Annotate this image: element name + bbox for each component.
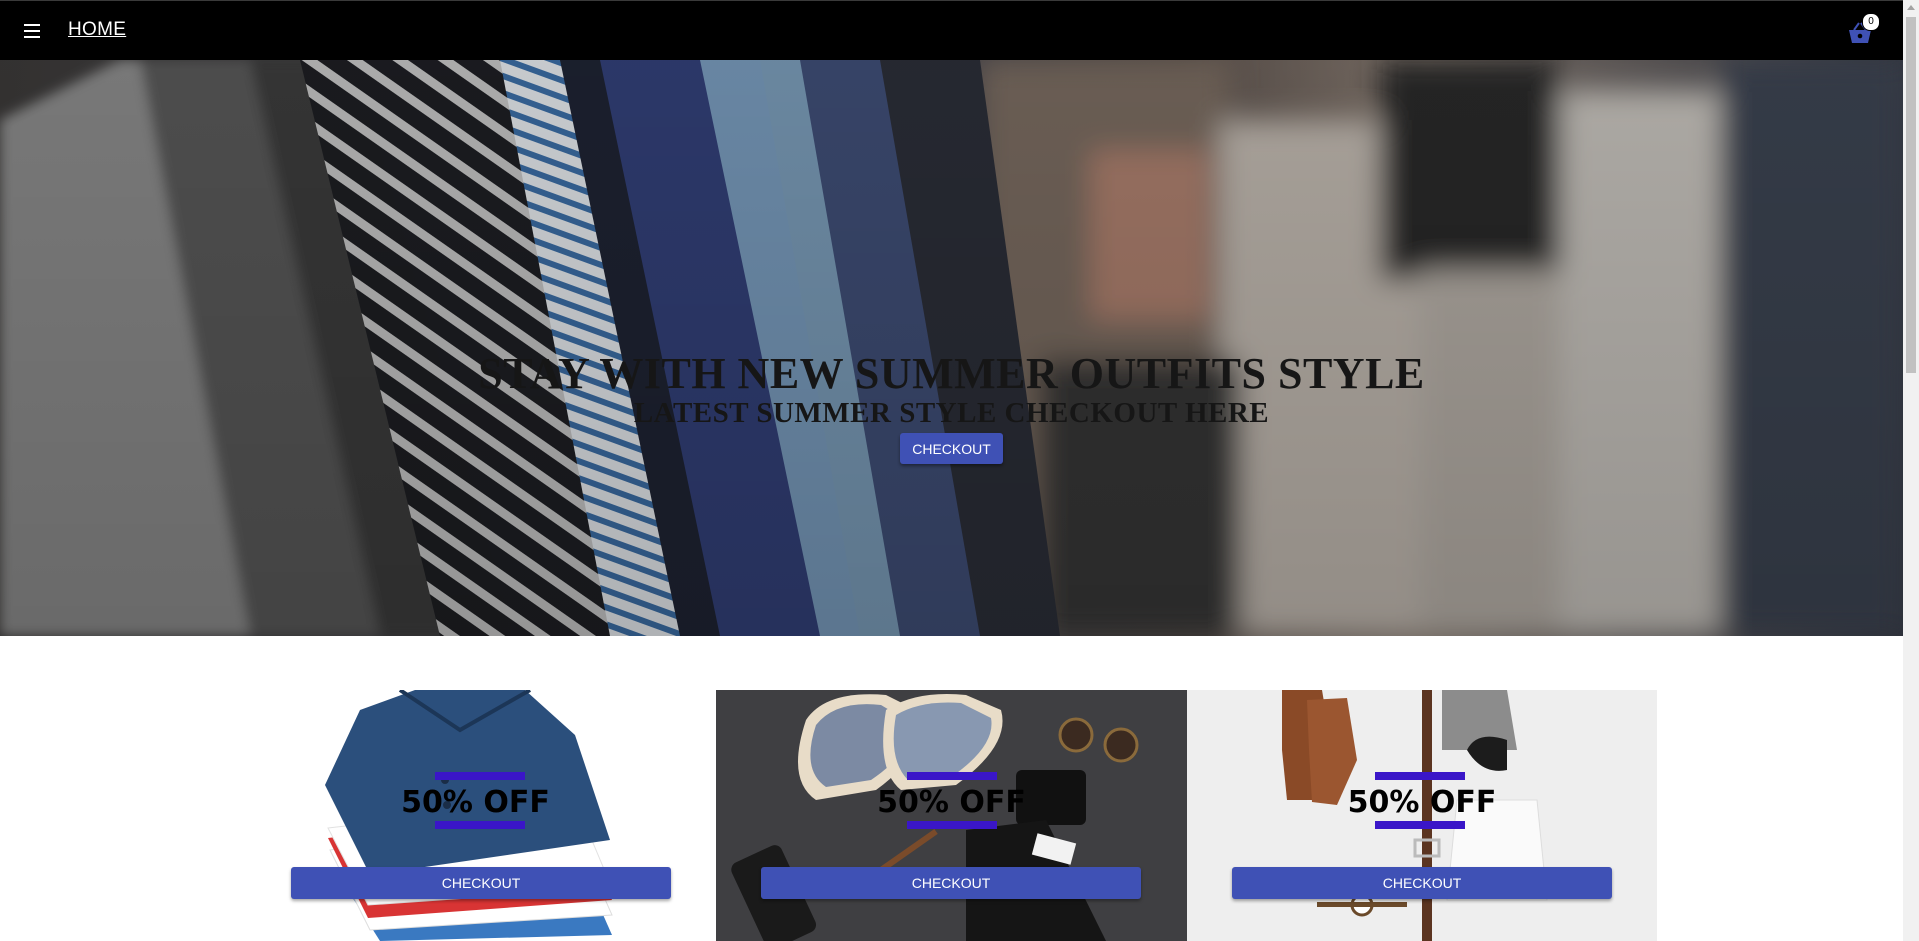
top-navbar: HOME 0 [0, 0, 1903, 60]
home-link[interactable]: HOME [68, 19, 126, 41]
offer-accent-bar-bottom [1375, 821, 1465, 829]
offer-checkout-button[interactable]: CHECKOUT [1232, 867, 1612, 899]
offer-card-boots: 50% OFF CHECKOUT [1187, 690, 1657, 941]
scrollbar-thumb[interactable] [1906, 17, 1916, 373]
offer-discount-text: 50% OFF [401, 785, 550, 820]
offer-checkout-button[interactable]: CHECKOUT [761, 867, 1141, 899]
page-scrollbar[interactable] [1903, 0, 1919, 941]
offer-checkout-button[interactable]: CHECKOUT [291, 867, 671, 899]
offer-accent-bar-top [1375, 772, 1465, 780]
offer-accent-bar-bottom [435, 821, 525, 829]
hero-subtitle: LATEST SUMMER STYLE CHECKOUT HERE [633, 397, 1270, 429]
menu-icon[interactable] [22, 21, 44, 41]
offer-accent-bar-top [435, 772, 525, 780]
hero-title: STAY WITH NEW SUMMER OUTFITS STYLE [478, 349, 1425, 398]
hero-checkout-button[interactable]: CHECKOUT [900, 433, 1003, 464]
offer-card-shoes: 50% OFF CHECKOUT [716, 690, 1187, 941]
offer-accent-bar-top [907, 772, 997, 780]
hero-banner: STAY WITH NEW SUMMER OUTFITS STYLE LATES… [0, 60, 1903, 636]
offer-accent-bar-bottom [907, 821, 997, 829]
scroll-up-arrow-icon[interactable] [1907, 5, 1915, 10]
offer-discount-text: 50% OFF [1347, 785, 1497, 820]
page: HOME 0 STAY WITH NEW SUMMER OUTFITS STYL… [0, 0, 1919, 941]
cart-count-badge: 0 [1862, 13, 1880, 31]
offer-discount-text: 50% OFF [877, 785, 1026, 820]
offer-card-polo-shirts: 50% OFF CHECKOUT [240, 690, 711, 941]
